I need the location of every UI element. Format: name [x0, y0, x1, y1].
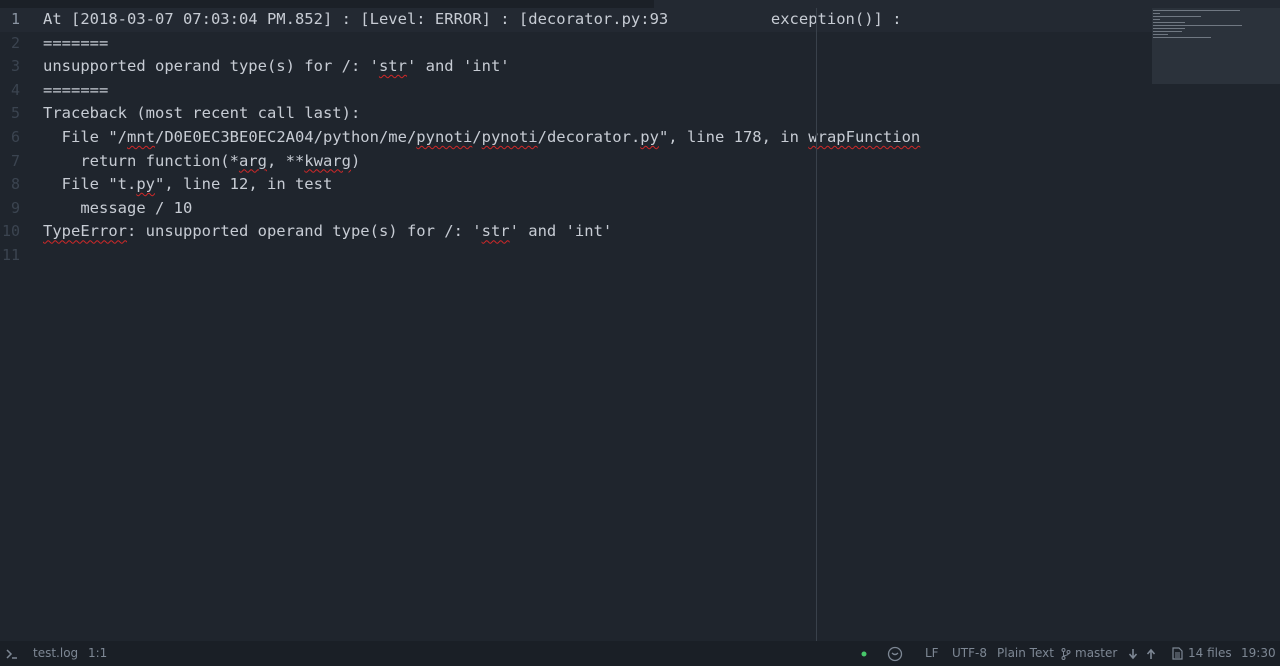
file-icon — [1172, 641, 1183, 666]
line-number[interactable]: 1 — [0, 8, 20, 32]
minimap-line — [1153, 22, 1186, 23]
tab-strip-segment — [654, 0, 1280, 8]
code-text: Traceback (most recent call last): — [43, 104, 361, 123]
line-number[interactable]: 3 — [0, 55, 20, 79]
code-text: message / 10 — [43, 198, 193, 217]
code-text: ' and 'int' — [406, 57, 510, 76]
line-number[interactable]: 2 — [0, 32, 20, 56]
top-tab-strip — [0, 0, 1280, 8]
spell-error-word: py — [136, 175, 155, 194]
line-number-gutter[interactable]: 1 2 3 4 5 6 7 8 9 10 11 — [0, 8, 28, 641]
line-number[interactable]: 6 — [0, 126, 20, 150]
line-number[interactable]: 9 — [0, 197, 20, 221]
fetch-arrow-down-icon[interactable] — [1128, 641, 1138, 666]
code-text: ' and 'int' — [509, 222, 613, 241]
code-text: File "/ — [43, 128, 127, 146]
code-text: /decorator. — [537, 128, 641, 146]
encoding-indicator[interactable]: UTF-8 — [952, 641, 987, 666]
terminal-icon[interactable] — [6, 641, 18, 666]
code-text: ", line 178, in — [658, 128, 809, 146]
line-number[interactable]: 10 — [0, 220, 20, 244]
spell-error-word: pynoti — [416, 128, 473, 146]
spell-error-word: pynoti — [481, 128, 538, 146]
clock: 19:30 — [1241, 646, 1276, 660]
files-count[interactable]: 14 files — [1188, 641, 1232, 666]
code-text: File "t. — [43, 175, 137, 194]
file-name[interactable]: test.log — [33, 641, 78, 666]
minimap-line — [1153, 37, 1211, 38]
line-number[interactable]: 11 — [0, 244, 20, 268]
code-text: ) — [350, 151, 361, 170]
minimap-line — [1153, 10, 1241, 11]
cursor-position[interactable]: 1:1 — [88, 641, 107, 666]
minimap[interactable] — [1152, 8, 1280, 84]
code-text: : unsupported operand type(s) for /: ' — [127, 222, 482, 241]
minimap-line — [1153, 19, 1160, 20]
code-line[interactable]: ======= — [43, 79, 108, 103]
code-line[interactable]: ======= — [43, 32, 108, 56]
code-line[interactable]: message / 10 — [43, 197, 192, 221]
code-text: , ** — [266, 151, 305, 170]
github-icon[interactable] — [887, 641, 903, 666]
branch-icon — [1061, 641, 1071, 666]
code-text: /D0E0EC3BE0EC2A04/python/me/ — [155, 128, 417, 146]
spell-error-word: arg — [238, 151, 267, 170]
spell-error-word: py — [640, 128, 659, 146]
code-line[interactable]: unsupported operand type(s) for /: 'str'… — [43, 55, 510, 79]
code-line[interactable]: Traceback (most recent call last): — [43, 102, 360, 126]
line-number[interactable]: 4 — [0, 79, 20, 103]
minimap-line — [1153, 31, 1183, 32]
status-bar: test.log 1:1 LF UTF-8 Plain Text master … — [0, 641, 1280, 666]
code-line[interactable]: File "t.py", line 12, in test — [43, 173, 333, 197]
minimap-line — [1153, 34, 1169, 35]
wrap-guide — [816, 8, 817, 641]
spell-error-word: str — [378, 57, 407, 76]
spell-error-word: TypeError — [43, 222, 127, 241]
line-number[interactable]: 8 — [0, 173, 20, 197]
branch-name[interactable]: master — [1075, 641, 1117, 666]
push-arrow-up-icon[interactable] — [1146, 641, 1156, 666]
code-line[interactable]: At [2018-03-07 07:03:04 PM.852] : [Level… — [43, 8, 902, 32]
git-status-dot-icon — [861, 641, 867, 666]
code-line[interactable]: File "/mnt/D0E0EC3BE0EC2A04/python/me/py… — [43, 126, 921, 150]
minimap-line — [1153, 28, 1186, 29]
spell-error-word: kwarg — [304, 151, 351, 170]
code-text: ======= — [43, 80, 109, 99]
code-line[interactable]: TypeError: unsupported operand type(s) f… — [43, 220, 612, 244]
line-number[interactable]: 7 — [0, 150, 20, 174]
code-text: / — [472, 128, 482, 146]
minimap-line — [1153, 16, 1201, 17]
code-text: At [2018-03-07 07:03:04 PM.852] : [Level… — [43, 10, 902, 28]
spell-error-word: mnt — [127, 128, 155, 146]
code-text: return function(* — [43, 151, 239, 170]
line-number[interactable]: 5 — [0, 102, 20, 126]
code-text: ======= — [43, 33, 109, 52]
minimap-line — [1153, 13, 1160, 14]
line-ending-indicator[interactable]: LF — [925, 641, 939, 666]
code-text: unsupported operand type(s) for /: ' — [43, 57, 379, 76]
minimap-line — [1153, 25, 1243, 26]
spell-error-word: str — [481, 222, 510, 241]
grammar-indicator[interactable]: Plain Text — [997, 641, 1054, 666]
code-line[interactable]: return function(*arg, **kwarg) — [43, 150, 360, 174]
code-text: ", line 12, in test — [155, 175, 333, 194]
spell-error-word: wrapFunction — [808, 128, 921, 146]
text-editor[interactable]: 1 2 3 4 5 6 7 8 9 10 11 At [2018-03-07 07:03:04 PM… — [0, 8, 1280, 641]
